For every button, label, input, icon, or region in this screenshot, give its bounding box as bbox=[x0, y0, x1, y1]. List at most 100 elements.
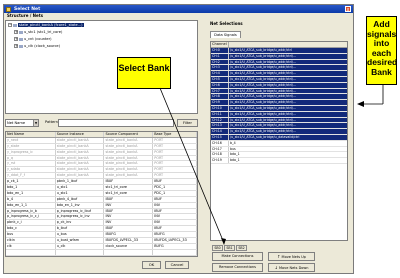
module-icon bbox=[13, 23, 17, 27]
filter-row: Net Name ▼ Pattern: Filter bbox=[5, 119, 198, 127]
filter-button[interactable]: Filter bbox=[177, 119, 198, 127]
tree-node-clk[interactable]: + u_clk (clock_source) bbox=[14, 44, 60, 48]
channel-signal: bdo_1 bbox=[230, 158, 240, 163]
table-cell bbox=[153, 249, 197, 255]
channel-row[interactable]: CH:19 bdo_1 bbox=[211, 158, 347, 164]
table-cell: IBUF bbox=[153, 208, 197, 214]
table-cell: bdo_en_1_1 bbox=[6, 202, 56, 208]
channel-signal: /u_stc1/U_ATCA_sub_bridge/u_addr/ctrl/..… bbox=[230, 71, 296, 76]
table-cell: INV bbox=[153, 220, 197, 226]
channel-id: CH:2 bbox=[211, 59, 229, 65]
column-header[interactable]: Net Name bbox=[6, 132, 56, 137]
table-cell: state_pinctl_bankA bbox=[56, 149, 105, 155]
tree-node-cnt[interactable]: + u_cnt (counter) bbox=[14, 37, 52, 41]
collapse-icon[interactable]: − bbox=[8, 23, 12, 27]
table-cell: IBUFG bbox=[153, 232, 197, 238]
bank-tab-sb1[interactable]: SB1 bbox=[224, 245, 235, 251]
move-nets-down-button[interactable]: ↓ Move Nets Down bbox=[268, 263, 315, 272]
module-icon bbox=[19, 30, 23, 34]
expand-icon[interactable]: + bbox=[14, 37, 18, 41]
module-icon bbox=[19, 44, 23, 48]
table-cell: b_4 bbox=[6, 196, 56, 202]
tree-node-stc1[interactable]: + u_stc1 (stc1_tri_core) bbox=[14, 30, 62, 34]
move-nets-up-button[interactable]: ↑ Move Nets Up bbox=[268, 252, 315, 261]
column-header[interactable]: Base Type bbox=[153, 132, 197, 137]
table-cell: u_clk bbox=[56, 243, 105, 249]
table-cell: IBUF bbox=[153, 179, 197, 185]
channel-signal: /u_stc1/U_ATCA_sub_bridge/u_addr/ctrl/..… bbox=[230, 88, 296, 93]
table-cell: state_pinctl_bankA bbox=[56, 155, 105, 161]
channel-id: CH:15 bbox=[211, 134, 229, 140]
arrow-up-icon: ↑ bbox=[277, 254, 281, 259]
filter-type-select[interactable]: Net Name ▼ bbox=[5, 119, 39, 127]
make-connections-button[interactable]: Make Connections bbox=[212, 252, 263, 261]
column-header[interactable]: Source Component bbox=[104, 132, 154, 137]
remove-connections-button[interactable]: Remove Connections bbox=[212, 263, 263, 272]
table-cell: u_bust_wfam bbox=[56, 238, 105, 243]
ok-button[interactable]: OK bbox=[142, 261, 161, 269]
channel-signal: /u_stc1/U_ATCA_sub_bridge/u_addr/ctrl/..… bbox=[230, 65, 296, 70]
structure-nets-label: Structure / Nets bbox=[7, 13, 44, 18]
table-cell: IBUF bbox=[153, 196, 197, 202]
table-cell: y_rst bbox=[6, 161, 56, 167]
bank-tab-sb0[interactable]: SB0 bbox=[212, 245, 223, 251]
table-cell: state_pinctl_bankA bbox=[56, 161, 105, 167]
pattern-input[interactable] bbox=[58, 119, 174, 127]
table-cell: p_inprogress_ic_inv bbox=[56, 214, 105, 220]
select-bank-callout: Select Bank bbox=[117, 57, 171, 89]
filter-type-value: Net Name bbox=[7, 121, 26, 125]
table-row[interactable] bbox=[6, 249, 197, 256]
table-cell: IBUF bbox=[104, 196, 154, 202]
table-cell: stc1_tri_core bbox=[104, 190, 154, 196]
channel-id: CH:8 bbox=[211, 94, 229, 100]
table-cell: p_ck_1 bbox=[6, 179, 56, 185]
channel-id: CH:0 bbox=[211, 48, 229, 53]
close-icon[interactable]: x bbox=[345, 6, 351, 13]
table-cell: PORT bbox=[153, 155, 197, 161]
table-cell: u_stc1 bbox=[56, 185, 105, 190]
table-cell: PORT bbox=[153, 167, 197, 173]
table-cell: p_inprogress_ic_ibuf bbox=[56, 208, 105, 214]
table-cell: PORT bbox=[153, 143, 197, 149]
channel-id: CH:11 bbox=[211, 111, 229, 117]
channel-id: CH:5 bbox=[211, 76, 229, 82]
table-cell: u_stc1 bbox=[56, 190, 105, 196]
table-cell: state_pinctl_bankA bbox=[104, 167, 154, 173]
table-cell: IBUF bbox=[104, 226, 154, 232]
cancel-button[interactable]: Cancel bbox=[165, 261, 189, 269]
table-cell: state_pinctl_bankA bbox=[104, 161, 154, 167]
channel-signal: /u_stc1/U_ATCA_sub_bridge/u_addr/ctrl/..… bbox=[230, 53, 296, 58]
table-cell: state_pinctl_bankA bbox=[104, 143, 154, 149]
channel-signal: bus bbox=[230, 146, 236, 151]
channel-signal: /u_stc1/U_ATCA_sub_bridge/u_addr/ctrl/..… bbox=[230, 123, 296, 128]
bank-tab-sb2[interactable]: SB2 bbox=[236, 245, 247, 251]
tab-data-signals[interactable]: Data Signals bbox=[210, 31, 241, 38]
table-cell: clkin bbox=[6, 238, 56, 243]
channel-id: CH:12 bbox=[211, 117, 229, 123]
column-header[interactable]: Source Instance bbox=[56, 132, 105, 137]
net-table[interactable]: Net Name Source Instance Source Componen… bbox=[5, 131, 198, 257]
channel-list[interactable]: Channel CH:0/u_stc1/U_ATCA_sub_bridge/u_… bbox=[210, 41, 348, 241]
move-nets-down-label: Move Nets Down bbox=[278, 266, 309, 270]
table-cell: state_pinctl_bankA bbox=[56, 167, 105, 173]
table-cell: y_state bbox=[6, 143, 56, 149]
table-cell: IBUF bbox=[104, 208, 154, 214]
table-cell: clk bbox=[6, 243, 56, 249]
channel-signal: /u_stc1/U_ATCA_sub_bridge/u_addr/ctrl/..… bbox=[230, 111, 296, 116]
chevron-down-icon[interactable]: ▼ bbox=[33, 120, 38, 126]
expand-icon[interactable]: + bbox=[14, 44, 18, 48]
arrow-down-icon: ↓ bbox=[274, 265, 278, 270]
channel-rows: CH:0/u_stc1/U_ATCA_sub_bridge/u_addr/ctr… bbox=[211, 48, 347, 164]
channel-id: CH:14 bbox=[211, 129, 229, 134]
tree-node-root[interactable]: − state_pinctl_bankA (fcore1_state...) bbox=[8, 23, 84, 27]
table-cell: pbnk_4_ibuf bbox=[56, 196, 105, 202]
channel-signal: /u_stc1/U_ATCA_sub_bridge/u_datavalid/ct… bbox=[230, 134, 300, 139]
table-cell: y_ddat_F_f bbox=[6, 173, 56, 179]
tree-node-label: u_stc1 (stc1_tri_core) bbox=[24, 30, 63, 34]
table-cell bbox=[6, 249, 56, 255]
table-cell: bdo_c bbox=[6, 226, 56, 232]
table-cell: INV bbox=[153, 214, 197, 220]
move-nets-up-label: Move Nets Up bbox=[281, 255, 306, 259]
expand-icon[interactable]: + bbox=[14, 30, 18, 34]
channel-id: CH:18 bbox=[211, 152, 229, 158]
